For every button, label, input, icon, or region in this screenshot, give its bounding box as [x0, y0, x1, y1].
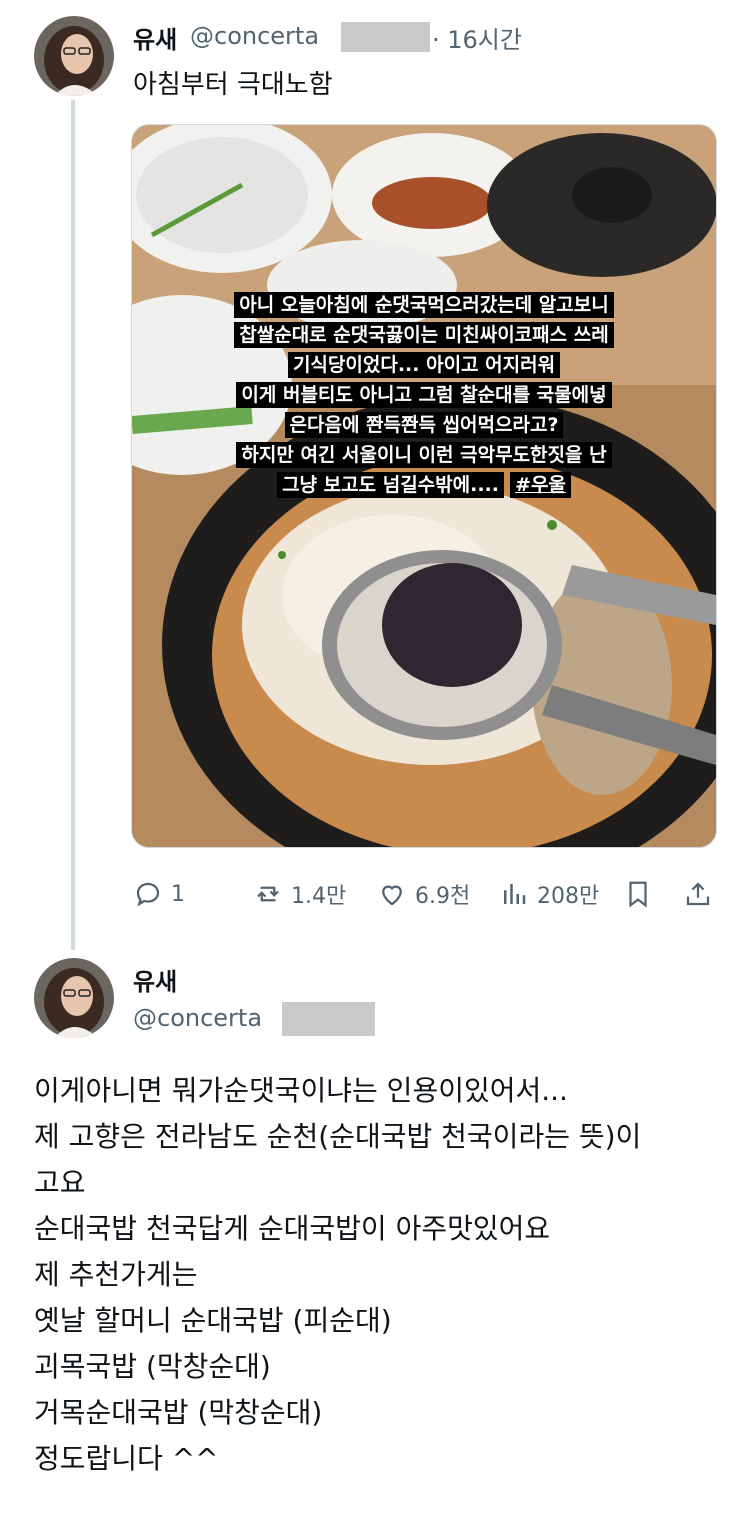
author-name[interactable]: 유새 [133, 962, 177, 997]
bookmark-icon [629, 881, 647, 908]
thread-line [71, 100, 75, 950]
avatar[interactable] [34, 958, 114, 1038]
like-button[interactable]: 6.9천 [377, 876, 470, 912]
tweet-image[interactable]: 아니 오늘아침에 순댓국먹으러갔는데 알고보니 찹쌀순대로 순댓국끓이는 미친싸… [131, 124, 717, 848]
repost-button[interactable]: 1.4만 [253, 876, 346, 912]
share-icon [686, 882, 710, 906]
views-icon [504, 884, 526, 904]
redaction-bar [282, 1002, 375, 1036]
reply-count: 1 [171, 881, 185, 907]
like-count: 6.9천 [415, 884, 471, 909]
reply-button[interactable]: 1 [133, 876, 185, 912]
like-icon [382, 885, 402, 906]
bookmark-button[interactable] [623, 876, 661, 912]
caption-hashtag: #우울 [510, 472, 571, 498]
views-count: 208만 [537, 884, 600, 909]
author-name[interactable]: 유새 [133, 20, 177, 55]
image-caption: 아니 오늘아침에 순댓국먹으러갔는데 알고보니 찹쌀순대로 순댓국끓이는 미친싸… [194, 290, 654, 500]
redaction-bar [341, 22, 430, 52]
tweet-text: 아침부터 극대노함 [133, 70, 333, 100]
repost-icon [257, 886, 279, 902]
reply-icon [136, 882, 160, 907]
tweet-text: 이게아니면 뭐가순댓국이냐는 인용이있어서... 제 고향은 전라남도 순천(순… [34, 1074, 642, 1475]
caption-line: 하지만 여긴 서울이니 이런 극악무도한짓을 난 [236, 442, 612, 468]
timestamp[interactable]: · 16시간 [432, 20, 522, 55]
caption-line: 아니 오늘아침에 순댓국먹으러갔는데 알고보니 [234, 292, 614, 318]
repost-count: 1.4만 [291, 884, 347, 909]
caption-line: 은다음에 쫜득쫜득 씹어먹으라고? [284, 412, 564, 438]
caption-line: 기식당이었다... 아이고 어지러워 [287, 352, 561, 378]
action-bar: 1 1.4만 6.9천 208만 [133, 876, 715, 912]
caption-line: 그냥 보고도 넘길수밖에.... [277, 472, 504, 498]
caption-line: 이게 버블티도 아니고 그럼 찰순대를 국물에넣 [236, 382, 612, 408]
caption-line: 찹쌀순대로 순댓국끓이는 미친싸이코패스 쓰레 [234, 322, 614, 348]
share-button[interactable] [683, 876, 721, 912]
avatar[interactable] [34, 16, 114, 96]
views-button[interactable]: 208만 [499, 876, 599, 912]
author-handle[interactable]: @concerta [133, 1004, 262, 1032]
author-handle[interactable]: @concerta [190, 22, 319, 50]
